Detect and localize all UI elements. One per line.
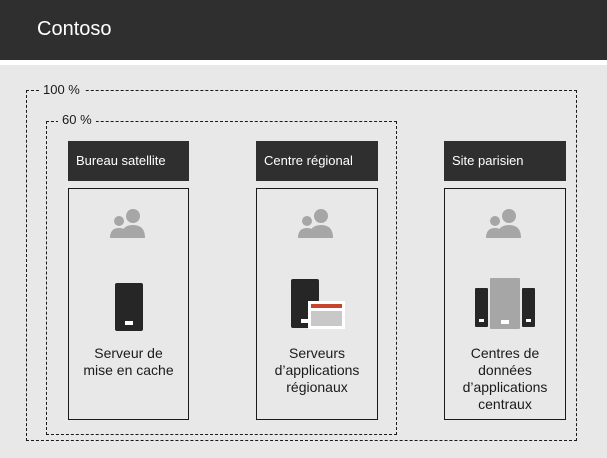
- scope-100-label: 100 %: [39, 82, 84, 98]
- app-header: Contoso: [0, 0, 607, 60]
- site-header-centre-regional: Centre régional: [256, 141, 378, 181]
- phone-server-icon: [115, 283, 143, 331]
- app-title: Contoso: [37, 18, 112, 40]
- site-caption-site-parisien: Centres de données d’applications centra…: [444, 345, 566, 413]
- header-divider: [0, 60, 607, 65]
- scope-60-label: 60 %: [58, 112, 96, 128]
- users-icon: [486, 209, 521, 238]
- caption-line: Serveur de: [94, 345, 163, 361]
- caption-line: Serveurs: [288, 345, 346, 361]
- caption-line: d’applications: [274, 362, 360, 378]
- caption-line: Centres de: [470, 345, 540, 361]
- caption-line: centraux: [478, 396, 532, 412]
- caption-line: d’applications: [462, 379, 548, 395]
- caption-line: régionaux: [286, 379, 348, 395]
- caption-line: mise en cache: [83, 362, 174, 378]
- users-icon: [110, 209, 145, 238]
- server-cluster-icon: [475, 278, 535, 329]
- site-caption-centre-regional: Serveurs d’applications régionaux: [256, 345, 378, 396]
- caption-line: données: [478, 362, 532, 378]
- site-caption-bureau-satellite: Serveur de mise en cache: [68, 345, 189, 379]
- site-header-site-parisien: Site parisien: [444, 141, 566, 181]
- site-header-bureau-satellite: Bureau satellite: [68, 141, 189, 181]
- server-window-icon: [291, 279, 345, 329]
- users-icon: [298, 209, 333, 238]
